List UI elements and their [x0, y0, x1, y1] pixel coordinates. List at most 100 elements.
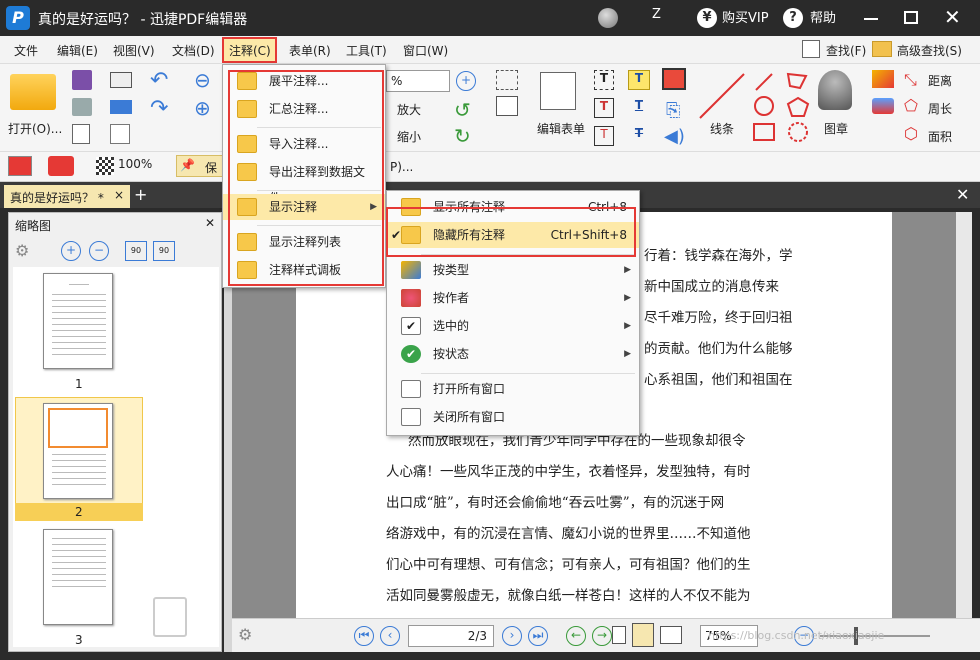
- perimeter-label[interactable]: 周长: [928, 100, 952, 117]
- menu-form[interactable]: 表单(R): [289, 42, 331, 59]
- export-icon[interactable]: [72, 124, 90, 144]
- print-icon[interactable]: [72, 98, 92, 116]
- thumb-zoom-out-icon[interactable]: −: [89, 241, 109, 261]
- edit-form-icon[interactable]: [540, 72, 576, 110]
- sound-icon[interactable]: ◀): [664, 126, 685, 147]
- menu-tools[interactable]: 工具(T): [346, 42, 387, 59]
- stamp-label[interactable]: 图章: [824, 120, 848, 137]
- color-swatch[interactable]: [8, 156, 32, 176]
- thumbnail-page-2[interactable]: [43, 403, 113, 499]
- menu-file[interactable]: 文件: [14, 42, 38, 59]
- rotate-ccw-icon[interactable]: 90: [125, 241, 147, 261]
- shape-tools-icon[interactable]: [752, 70, 828, 146]
- note-style-icon[interactable]: [48, 156, 74, 176]
- open-button-label[interactable]: 打开(O)...: [8, 120, 62, 137]
- last-page-button[interactable]: ⏭: [528, 626, 548, 646]
- zoom-out-label[interactable]: 缩小: [397, 128, 421, 145]
- menu-item-by-author[interactable]: 按作者 ▶: [387, 285, 639, 311]
- menu-item-by-status[interactable]: ✔ 按状态 ▶: [387, 341, 639, 367]
- save-icon[interactable]: [72, 70, 92, 90]
- panel-settings-icon[interactable]: ⚙: [15, 241, 37, 260]
- minimize-button[interactable]: [864, 18, 878, 20]
- user-avatar[interactable]: [598, 8, 618, 28]
- advanced-find-icon[interactable]: [872, 41, 892, 57]
- close-doc-icon[interactable]: ✕: [956, 185, 969, 204]
- menu-window[interactable]: 窗口(W): [403, 42, 448, 59]
- maximize-button[interactable]: [904, 11, 918, 24]
- new-tab-icon[interactable]: +: [134, 185, 147, 204]
- email-icon[interactable]: [110, 72, 132, 88]
- back-icon[interactable]: ⊖: [194, 68, 211, 92]
- typewriter-icon[interactable]: T: [594, 126, 614, 146]
- menu-annotation[interactable]: 注释(C): [222, 37, 277, 63]
- distance-label[interactable]: 距离: [928, 72, 952, 89]
- menu-item-selected[interactable]: ✔ 选中的 ▶: [387, 313, 639, 339]
- menu-edit[interactable]: 编辑(E): [57, 42, 98, 59]
- continuous-page-icon[interactable]: [632, 623, 654, 647]
- strikeout-text-icon[interactable]: T: [628, 126, 650, 146]
- menu-item-close-all-windows[interactable]: 关闭所有窗口: [387, 404, 639, 430]
- stamp-icon[interactable]: [818, 70, 852, 110]
- help-icon[interactable]: ?: [783, 8, 803, 28]
- open-folder-icon[interactable]: [10, 74, 56, 110]
- prev-page-button[interactable]: ‹: [380, 626, 400, 646]
- advanced-find-button[interactable]: 高级查找(S): [897, 42, 962, 59]
- next-page-button[interactable]: ›: [502, 626, 522, 646]
- undo-icon[interactable]: ↶: [150, 68, 168, 93]
- edit-form-label[interactable]: 编辑表单: [537, 120, 585, 137]
- note-icon[interactable]: [662, 68, 686, 90]
- text-box-icon[interactable]: T: [594, 70, 614, 90]
- opacity-icon[interactable]: [96, 157, 114, 175]
- single-page-icon[interactable]: [612, 626, 626, 644]
- zoom-combo[interactable]: %: [386, 70, 450, 92]
- close-window-button[interactable]: ✕: [944, 5, 961, 29]
- rotate-cw-icon[interactable]: 90: [153, 241, 175, 261]
- zoom-in-label[interactable]: 放大: [397, 101, 421, 118]
- doc-line-1: 行着：钱学森在海外，学: [644, 248, 793, 264]
- help-button[interactable]: 帮助: [810, 7, 836, 26]
- scan-icon[interactable]: [110, 100, 132, 114]
- menu-item-open-all-windows[interactable]: 打开所有窗口: [387, 376, 639, 402]
- pencil-icon[interactable]: [872, 70, 894, 88]
- go-forward-button[interactable]: →: [592, 626, 612, 646]
- menu-item-by-type[interactable]: 按类型 ▶: [387, 257, 639, 283]
- find-icon[interactable]: [802, 40, 820, 58]
- perimeter-icon[interactable]: ⬠: [904, 96, 918, 115]
- area-label[interactable]: 面积: [928, 128, 952, 145]
- thumb-zoom-in-icon[interactable]: +: [61, 241, 81, 261]
- rotate-right-icon[interactable]: ↻: [454, 124, 471, 148]
- eraser-icon[interactable]: [872, 98, 894, 114]
- zoom-in-icon[interactable]: +: [456, 71, 476, 91]
- thumbnail-page-1[interactable]: [43, 273, 113, 369]
- attach-icon[interactable]: ⎘: [666, 100, 680, 121]
- facing-page-icon[interactable]: [660, 626, 682, 644]
- line-tool-icon[interactable]: [698, 72, 746, 120]
- find-button[interactable]: 查找(F): [826, 42, 866, 59]
- thumbnail-page-3[interactable]: [43, 529, 113, 625]
- thumbnail-panel-close[interactable]: ✕: [205, 216, 215, 230]
- forward-icon[interactable]: ⊕: [194, 96, 211, 120]
- underline-text-icon[interactable]: T: [628, 98, 650, 118]
- menu-document[interactable]: 文档(D): [172, 42, 215, 59]
- text-field-icon[interactable]: [496, 96, 518, 116]
- vip-icon[interactable]: ¥: [697, 8, 717, 28]
- redo-icon[interactable]: ↷: [150, 96, 168, 121]
- status-settings-icon[interactable]: ⚙: [238, 625, 252, 644]
- menu-view[interactable]: 视图(V): [113, 42, 155, 59]
- distance-icon[interactable]: ⤡: [904, 70, 917, 90]
- doc-tab-close-icon[interactable]: ×: [114, 188, 124, 202]
- opacity-value[interactable]: 100%: [118, 157, 152, 171]
- buy-vip-button[interactable]: 购买VIP: [722, 7, 769, 26]
- select-area-icon[interactable]: [496, 70, 518, 90]
- callout-icon[interactable]: T: [594, 98, 614, 118]
- doc-tab[interactable]: 真的是好运吗？ * ×: [4, 185, 130, 208]
- vertical-scrollbar[interactable]: [956, 212, 972, 618]
- rotate-left-icon[interactable]: ↺: [454, 98, 471, 122]
- go-back-button[interactable]: ←: [566, 626, 586, 646]
- new-doc-icon[interactable]: [110, 124, 130, 144]
- line-tool-label[interactable]: 线条: [710, 120, 734, 137]
- page-number-input[interactable]: 2/3: [408, 625, 494, 647]
- first-page-button[interactable]: ⏮: [354, 626, 374, 646]
- highlight-text-icon[interactable]: T: [628, 70, 650, 90]
- area-icon[interactable]: ⬡: [904, 124, 918, 143]
